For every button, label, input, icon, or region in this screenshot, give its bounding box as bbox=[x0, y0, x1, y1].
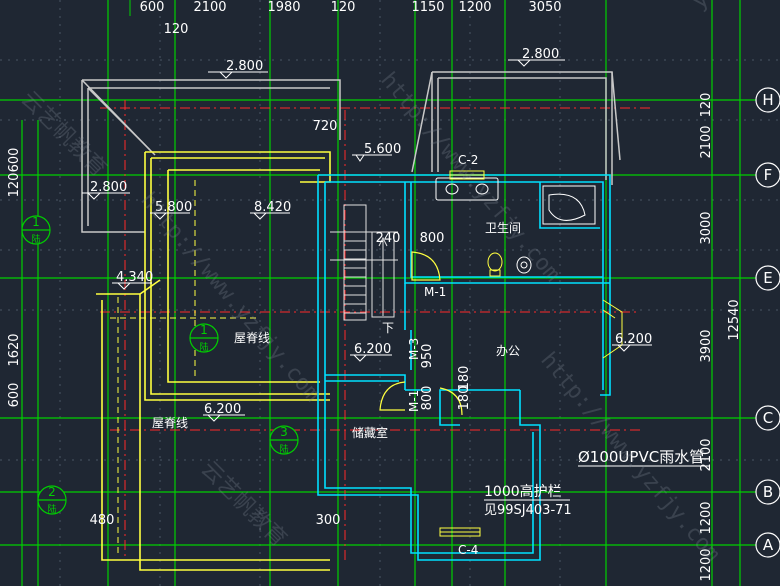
elevation-7: 4.340 bbox=[116, 270, 153, 285]
elevation-8: 6.200 bbox=[354, 342, 391, 357]
note-railing-ref: 见99SJ403-71 bbox=[484, 503, 572, 518]
elevation-9: 6.200 bbox=[204, 402, 241, 417]
right-dim-2: 2100 bbox=[699, 125, 714, 158]
room-label-storage: 储藏室 bbox=[352, 425, 388, 440]
elevation-2: 2.800 bbox=[522, 47, 559, 62]
elevation-1: 2.800 bbox=[226, 59, 263, 74]
small-dim-480: 480 bbox=[90, 513, 115, 528]
top-dim-3: 1980 bbox=[267, 0, 300, 15]
left-dim-1: 120 bbox=[7, 173, 22, 198]
small-dim-180b: 180 bbox=[457, 386, 472, 411]
top-dim-6: 1200 bbox=[458, 0, 491, 15]
right-dim-1: 120 bbox=[699, 93, 714, 118]
floor-plan-drawing: 600 2100 1980 120 1150 1200 3050 120 120… bbox=[0, 0, 780, 586]
small-dim-720: 720 bbox=[313, 119, 338, 134]
left-dim-4: 600 bbox=[7, 383, 22, 408]
stair-down-label: 下 bbox=[382, 321, 394, 335]
door-label-m1a: M-1 bbox=[424, 285, 446, 299]
detail-tag-2-num: 1 bbox=[200, 323, 208, 337]
right-dim-5: 12540 bbox=[727, 299, 742, 340]
top-dim-5: 1150 bbox=[411, 0, 444, 15]
elevation-6: 8.420 bbox=[254, 200, 291, 215]
axis-label-e: E bbox=[763, 269, 772, 287]
top-dim-7: 3050 bbox=[528, 0, 561, 15]
detail-tag-3-num: 3 bbox=[280, 425, 288, 439]
detail-tag-1-num: 1 bbox=[32, 215, 40, 229]
detail-tag-4-num: 2 bbox=[48, 485, 56, 499]
detail-tag-4-ref: 陆 bbox=[47, 503, 56, 515]
small-dim-950: 950 bbox=[420, 344, 435, 369]
detail-tag-3-ref: 陆 bbox=[279, 443, 288, 455]
small-dim-300: 300 bbox=[316, 513, 341, 528]
ridge-line-label-2: 屋脊线 bbox=[152, 416, 188, 430]
note-railing: 1000高护栏 bbox=[484, 483, 562, 500]
elevation-10: 6.200 bbox=[615, 332, 652, 347]
detail-tag-2-ref: 陆 bbox=[199, 341, 208, 353]
right-dim-4: 3900 bbox=[699, 329, 714, 362]
small-dim-800a: 800 bbox=[420, 231, 445, 246]
axis-label-h: H bbox=[762, 91, 773, 109]
detail-tag-1-ref: 陆 bbox=[31, 233, 40, 245]
top-dim-8: 120 bbox=[331, 0, 356, 15]
door-label-m1b: M-1 bbox=[407, 390, 421, 412]
elevation-3: 5.600 bbox=[364, 142, 401, 157]
window-label-c4: C-4 bbox=[458, 543, 478, 557]
room-label-office: 办公 bbox=[496, 343, 520, 358]
axis-label-a: A bbox=[763, 536, 774, 554]
left-dim-3: 1620 bbox=[7, 333, 22, 366]
small-dim-800b: 800 bbox=[420, 386, 435, 411]
top-dim-1: 600 bbox=[140, 0, 165, 15]
axis-label-c: C bbox=[763, 409, 773, 427]
axis-label-f: F bbox=[764, 166, 773, 184]
elevation-4: 2.800 bbox=[90, 180, 127, 195]
small-dim-240: 240 bbox=[376, 231, 401, 246]
top-dim-4: 120 bbox=[164, 22, 189, 37]
left-dim-2: 600 bbox=[7, 148, 22, 173]
door-label-m3: M-3 bbox=[407, 338, 421, 360]
top-dim-2: 2100 bbox=[193, 0, 226, 15]
right-dim-3: 3000 bbox=[699, 211, 714, 244]
axis-label-b: B bbox=[763, 483, 773, 501]
